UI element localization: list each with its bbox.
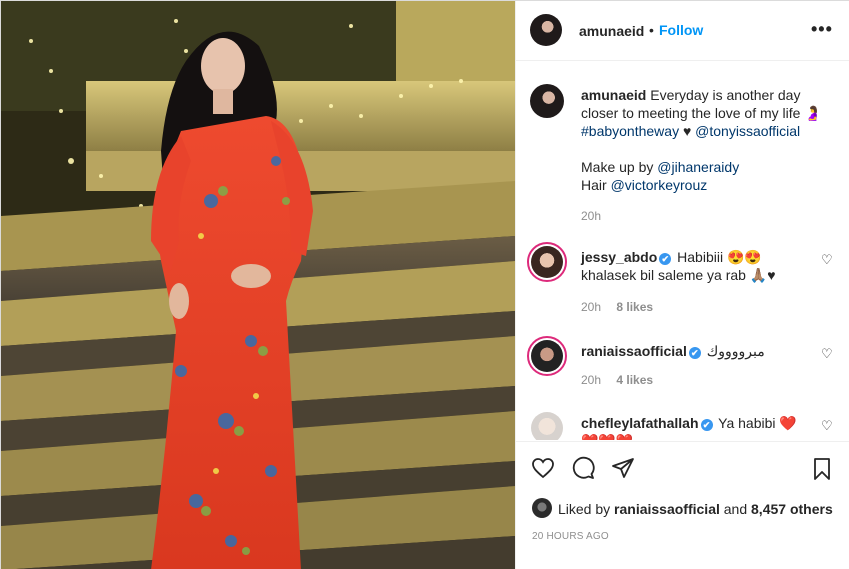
post-header: amunaeid • Follow ••• (516, 1, 849, 61)
comment-body: chefleylafathallah✔ Ya habibi ❤️ ❤️❤️❤️ (581, 414, 821, 440)
post-caption: amunaeid Everyday is another day closer … (581, 86, 841, 194)
like-heart-icon[interactable] (530, 456, 556, 480)
caption-hashtag[interactable]: #babyontheway (581, 123, 679, 139)
share-paper-plane-icon[interactable] (610, 456, 636, 480)
caption-heart: ♥ (682, 123, 692, 139)
liked-by-middle: and (723, 501, 748, 517)
comment-username[interactable]: jessy_abdo (581, 249, 657, 265)
comment-like-heart-icon[interactable]: ♡ (821, 252, 833, 268)
hair-prefix: Hair (581, 177, 607, 193)
comment-likes[interactable]: 8 likes (616, 300, 653, 314)
comment-text-line2: ❤️❤️❤️ (581, 433, 633, 440)
comment-text: Habibiii 😍😍 (677, 249, 762, 265)
comment-time[interactable]: 20h (581, 300, 601, 314)
owner-username[interactable]: amunaeid (579, 23, 644, 39)
post-photo[interactable] (1, 1, 515, 569)
liked-by-text: Liked by raniaissaofficial and 8,457 oth… (558, 501, 833, 517)
comments-section[interactable]: amunaeid Everyday is another day closer … (516, 62, 849, 440)
comment-bubble-icon[interactable] (570, 456, 596, 480)
caption-avatar[interactable] (530, 84, 564, 118)
instagram-post: amunaeid • Follow ••• amunaeid Everyday … (0, 0, 849, 569)
comment-like-heart-icon[interactable]: ♡ (821, 346, 833, 362)
caption-hair-line: Hair @victorkeyrouz (581, 176, 841, 194)
hair-mention[interactable]: @victorkeyrouz (611, 177, 708, 193)
comment-body: raniaissaofficial ✔ مبرووووك (581, 342, 821, 360)
comment-like-heart-icon[interactable]: ♡ (821, 418, 833, 434)
comment-likes[interactable]: 4 likes (616, 373, 653, 387)
post-timestamp[interactable]: 20 HOURS AGO (532, 531, 609, 542)
caption-username[interactable]: amunaeid (581, 87, 646, 103)
comment-body: jessy_abdo ✔ Habibiii 😍😍 khalasek bil sal… (581, 248, 821, 284)
comment-text: Ya habibi ❤️ (718, 415, 797, 431)
comment-text-line2: khalasek bil saleme ya rab 🙏🏽♥ (581, 267, 776, 283)
liked-by-avatar[interactable] (532, 498, 552, 518)
liked-by-user[interactable]: raniaissaofficial (614, 501, 720, 517)
post-side-panel: amunaeid • Follow ••• amunaeid Everyday … (515, 1, 849, 569)
comment-avatar-image (531, 246, 563, 278)
comment-avatar[interactable] (527, 408, 567, 440)
verified-icon: ✔ (688, 347, 701, 359)
caption-time[interactable]: 20h (581, 209, 601, 223)
action-bar (516, 441, 849, 496)
comment-meta: 20h 8 likes (581, 300, 653, 314)
liked-by-prefix: Liked by (558, 501, 611, 517)
caption-mention-tony[interactable]: @tonyissaofficial (695, 123, 800, 139)
header-separator: • (649, 22, 654, 38)
liked-by-count[interactable]: 8,457 others (751, 501, 833, 517)
comment-item: jessy_abdo ✔ Habibiii 😍😍 khalasek bil sal… (516, 242, 849, 314)
comment-avatar-image (531, 340, 563, 372)
comment-meta: 20h 4 likes (581, 373, 653, 387)
makeup-prefix: Make up by (581, 159, 654, 175)
comment-username[interactable]: chefleylafathallah (581, 415, 699, 431)
comment-username[interactable]: raniaissaofficial (581, 343, 687, 359)
comment-time[interactable]: 20h (581, 373, 601, 387)
comment-avatar[interactable] (527, 336, 567, 376)
likes-summary: Liked by raniaissaofficial and 8,457 oth… (532, 498, 842, 520)
comment-item: chefleylafathallah✔ Ya habibi ❤️ ❤️❤️❤️ … (516, 408, 849, 440)
owner-avatar[interactable] (530, 14, 562, 46)
photo-illustration (1, 1, 515, 569)
comment-item: raniaissaofficial ✔ مبرووووك 20h 4 likes … (516, 336, 849, 406)
makeup-mention[interactable]: @jihaneraidy (657, 159, 739, 175)
verified-icon: ✔ (659, 253, 672, 265)
caption-makeup-line: Make up by @jihaneraidy (581, 158, 841, 176)
comment-text: مبرووووك (706, 343, 765, 359)
comment-avatar-image (531, 412, 563, 440)
comment-avatar[interactable] (527, 242, 567, 282)
follow-button[interactable]: Follow (659, 22, 703, 38)
more-options-icon[interactable]: ••• (811, 19, 833, 40)
verified-icon: ✔ (700, 419, 713, 431)
save-bookmark-icon[interactable] (810, 456, 834, 482)
